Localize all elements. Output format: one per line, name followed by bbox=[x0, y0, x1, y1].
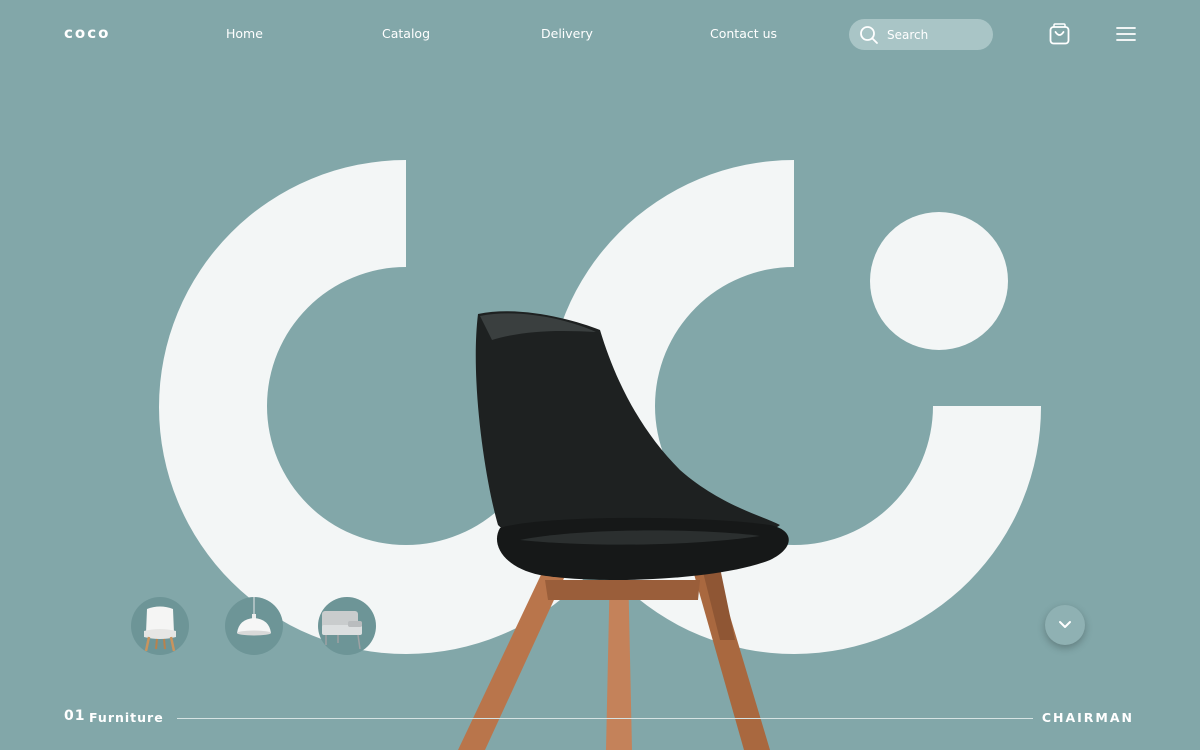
shopping-bag-icon[interactable] bbox=[1049, 23, 1070, 45]
armchair-image bbox=[322, 611, 362, 650]
thumbnail-white-chair[interactable] bbox=[131, 597, 189, 655]
page: coco Home Catalog Delivery Contact us Se… bbox=[0, 0, 1200, 750]
search-icon bbox=[860, 26, 878, 44]
product-name: CHAIRMAN bbox=[1041, 710, 1134, 725]
scroll-down-button[interactable] bbox=[1045, 605, 1085, 645]
nav-delivery[interactable]: Delivery bbox=[541, 26, 593, 41]
nav-catalog[interactable]: Catalog bbox=[382, 26, 430, 41]
nav-home[interactable]: Home bbox=[226, 26, 263, 41]
hamburger-menu-icon[interactable] bbox=[1116, 26, 1136, 42]
white-chair-image bbox=[144, 606, 176, 652]
brand-logo[interactable]: coco bbox=[64, 24, 110, 42]
search-input[interactable] bbox=[887, 24, 983, 45]
thumbnail-armchair[interactable] bbox=[318, 597, 376, 655]
footer-divider bbox=[177, 718, 1033, 719]
nav-contact-us[interactable]: Contact us bbox=[710, 26, 777, 41]
search-box[interactable] bbox=[849, 19, 993, 50]
top-navigation: coco Home Catalog Delivery Contact us bbox=[0, 0, 1200, 70]
thumbnail-pendant-lamp[interactable] bbox=[225, 597, 283, 655]
chevron-down-icon bbox=[1059, 621, 1071, 628]
pendant-lamp-image bbox=[237, 597, 271, 636]
category-label: Furniture bbox=[89, 710, 164, 725]
product-index: 01 bbox=[64, 708, 86, 724]
dot-shape bbox=[870, 212, 1008, 350]
